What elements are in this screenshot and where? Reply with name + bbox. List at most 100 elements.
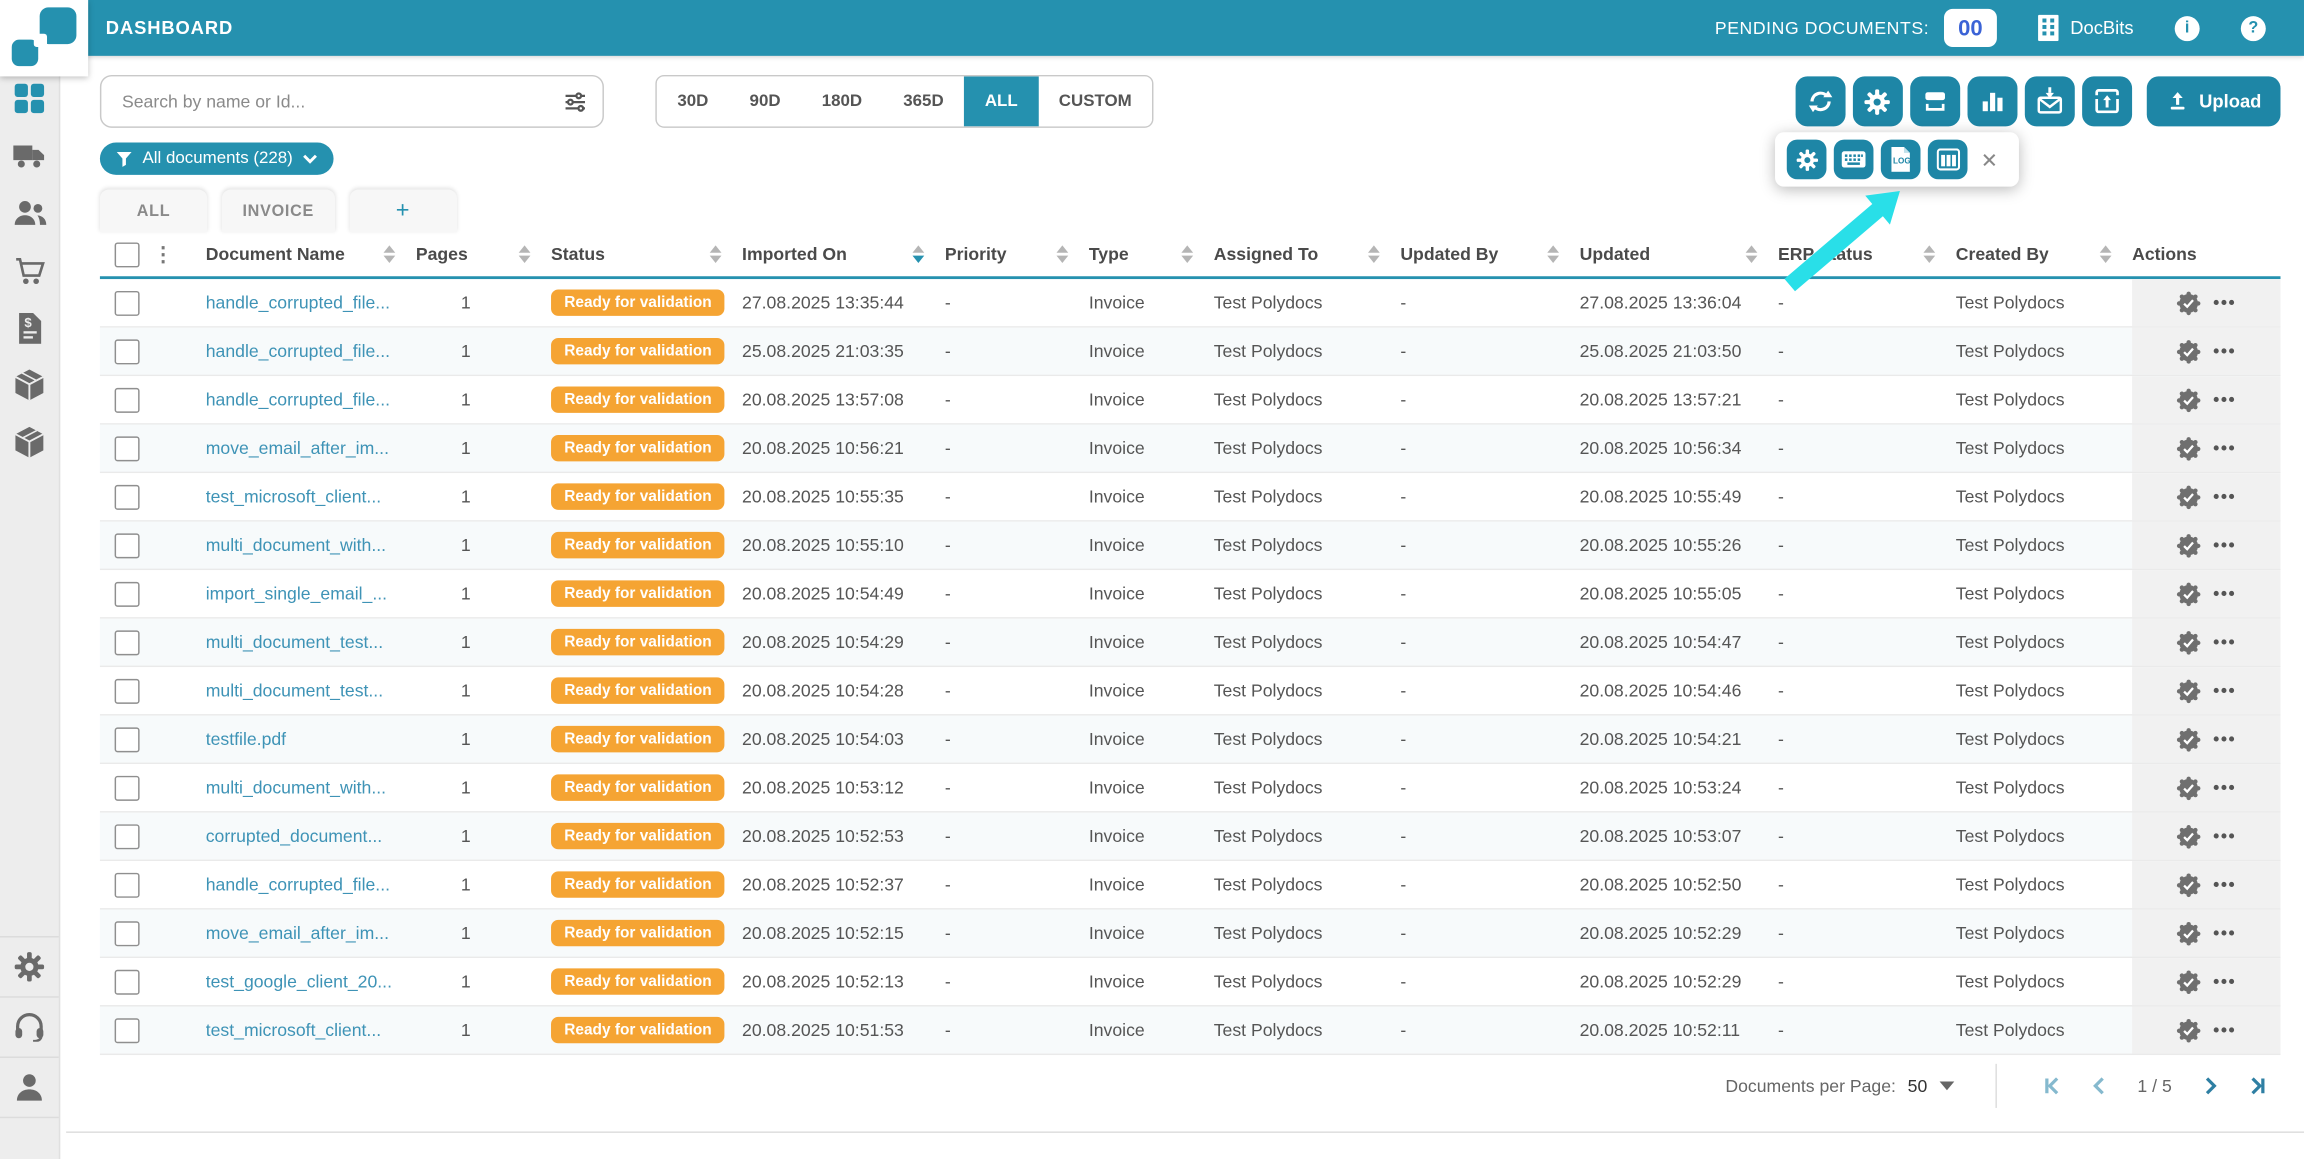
row-checkbox[interactable] bbox=[115, 872, 140, 897]
sidebar-item-invoices[interactable]: $ bbox=[0, 312, 59, 344]
document-link[interactable]: move_email_after_im... bbox=[206, 438, 389, 459]
row-checkbox[interactable] bbox=[115, 824, 140, 849]
more-actions-icon[interactable]: ••• bbox=[2213, 923, 2236, 944]
documents-filter-pill[interactable]: All documents (228) bbox=[100, 143, 334, 175]
document-link[interactable]: multi_document_test... bbox=[206, 680, 383, 701]
document-link[interactable]: handle_corrupted_file... bbox=[206, 874, 390, 895]
column-header[interactable]: Pages bbox=[416, 232, 551, 276]
column-header[interactable]: Priority bbox=[945, 232, 1089, 276]
sort-icon[interactable] bbox=[1547, 245, 1568, 263]
mail-import-button[interactable] bbox=[2024, 76, 2074, 126]
column-header[interactable]: Updated By bbox=[1400, 232, 1579, 276]
per-page-value[interactable]: 50 bbox=[1908, 1076, 1928, 1097]
date-range-button[interactable]: 90D bbox=[729, 76, 801, 126]
column-header[interactable]: Assigned To bbox=[1214, 232, 1401, 276]
sort-icon[interactable] bbox=[519, 245, 540, 263]
sort-icon[interactable] bbox=[2100, 245, 2121, 263]
more-actions-icon[interactable]: ••• bbox=[2213, 680, 2236, 701]
document-link[interactable]: handle_corrupted_file... bbox=[206, 341, 390, 362]
document-link[interactable]: test_microsoft_client... bbox=[206, 486, 381, 507]
sidebar-item-shipments[interactable] bbox=[0, 140, 59, 172]
column-header[interactable]: Created By bbox=[1956, 232, 2132, 276]
row-checkbox[interactable] bbox=[115, 339, 140, 364]
info-icon[interactable]: i bbox=[2175, 15, 2200, 40]
row-checkbox[interactable] bbox=[115, 484, 140, 509]
sidebar-item-settings[interactable] bbox=[0, 936, 59, 996]
more-actions-icon[interactable]: ••• bbox=[2213, 583, 2236, 604]
row-checkbox[interactable] bbox=[115, 921, 140, 946]
scan-button[interactable] bbox=[1910, 76, 1960, 126]
more-actions-icon[interactable]: ••• bbox=[2213, 874, 2236, 895]
first-page-button[interactable] bbox=[2042, 1076, 2063, 1097]
sort-icon[interactable] bbox=[1181, 245, 1202, 263]
sidebar-item-users[interactable] bbox=[0, 197, 59, 229]
column-header[interactable]: Actions bbox=[2132, 232, 2280, 276]
archive-upload-button[interactable] bbox=[2082, 76, 2132, 126]
row-checkbox[interactable] bbox=[115, 630, 140, 655]
document-link[interactable]: testfile.pdf bbox=[206, 729, 286, 750]
per-page-caret-icon[interactable] bbox=[1939, 1081, 1954, 1090]
more-actions-icon[interactable]: ••• bbox=[2213, 632, 2236, 653]
sidebar-item-profile[interactable] bbox=[0, 1056, 59, 1118]
next-page-button[interactable] bbox=[2200, 1076, 2221, 1097]
document-link[interactable]: multi_document_test... bbox=[206, 632, 383, 653]
sort-icon[interactable] bbox=[710, 245, 731, 263]
date-range-button[interactable]: CUSTOM bbox=[1038, 76, 1152, 126]
more-actions-icon[interactable]: ••• bbox=[2213, 971, 2236, 992]
row-checkbox[interactable] bbox=[115, 581, 140, 606]
organization-selector[interactable]: DocBits bbox=[2038, 15, 2134, 41]
upload-button[interactable]: Upload bbox=[2146, 76, 2280, 126]
column-header[interactable]: Type bbox=[1089, 232, 1214, 276]
add-tab-button[interactable]: + bbox=[349, 190, 456, 233]
sort-icon[interactable] bbox=[1056, 245, 1077, 263]
more-actions-icon[interactable]: ••• bbox=[2213, 1020, 2236, 1041]
document-link[interactable]: handle_corrupted_file... bbox=[206, 389, 390, 410]
date-range-button[interactable]: 365D bbox=[883, 76, 965, 126]
row-checkbox[interactable] bbox=[115, 533, 140, 558]
more-actions-icon[interactable]: ••• bbox=[2213, 389, 2236, 410]
document-link[interactable]: handle_corrupted_file... bbox=[206, 292, 390, 313]
popup-close-icon[interactable]: ✕ bbox=[1981, 149, 1998, 170]
pending-documents-count[interactable]: 00 bbox=[1944, 9, 1997, 47]
sidebar-item-orders[interactable] bbox=[0, 254, 59, 286]
sort-icon[interactable] bbox=[912, 245, 933, 263]
more-actions-icon[interactable]: ••• bbox=[2213, 486, 2236, 507]
more-actions-icon[interactable]: ••• bbox=[2213, 535, 2236, 556]
more-actions-icon[interactable]: ••• bbox=[2213, 729, 2236, 750]
row-checkbox[interactable] bbox=[115, 775, 140, 800]
previous-page-button[interactable] bbox=[2089, 1076, 2110, 1097]
more-actions-icon[interactable]: ••• bbox=[2213, 826, 2236, 847]
more-actions-icon[interactable]: ••• bbox=[2213, 341, 2236, 362]
select-all-checkbox[interactable] bbox=[115, 242, 140, 267]
document-link[interactable]: multi_document_with... bbox=[206, 535, 386, 556]
more-actions-icon[interactable]: ••• bbox=[2213, 292, 2236, 313]
sort-icon[interactable] bbox=[1368, 245, 1389, 263]
document-link[interactable]: move_email_after_im... bbox=[206, 923, 389, 944]
column-header[interactable]: Updated bbox=[1580, 232, 1778, 276]
column-header[interactable]: Document Name bbox=[206, 232, 416, 276]
document-type-tab[interactable]: INVOICE bbox=[222, 190, 335, 233]
document-link[interactable]: corrupted_document... bbox=[206, 826, 382, 847]
row-checkbox[interactable] bbox=[115, 678, 140, 703]
row-checkbox[interactable] bbox=[115, 436, 140, 461]
header-menu-icon[interactable]: ⋮ bbox=[153, 244, 174, 265]
app-logo[interactable] bbox=[0, 0, 88, 76]
column-header[interactable]: Imported On bbox=[742, 232, 945, 276]
document-link[interactable]: test_google_client_20... bbox=[206, 971, 392, 992]
advanced-filter-icon[interactable] bbox=[563, 89, 588, 114]
search-input[interactable] bbox=[119, 90, 563, 114]
analytics-button[interactable] bbox=[1967, 76, 2017, 126]
sidebar-item-shipment-orders[interactable] bbox=[0, 369, 59, 401]
document-link[interactable]: import_single_email_... bbox=[206, 583, 387, 604]
date-range-button[interactable]: 180D bbox=[801, 76, 883, 126]
row-checkbox[interactable] bbox=[115, 1018, 140, 1043]
date-range-button[interactable]: ALL bbox=[964, 76, 1038, 126]
document-link[interactable]: multi_document_with... bbox=[206, 777, 386, 798]
row-checkbox[interactable] bbox=[115, 387, 140, 412]
settings-button[interactable] bbox=[1852, 76, 1902, 126]
document-link[interactable]: test_microsoft_client... bbox=[206, 1020, 381, 1041]
row-checkbox[interactable] bbox=[115, 727, 140, 752]
more-actions-icon[interactable]: ••• bbox=[2213, 438, 2236, 459]
row-checkbox[interactable] bbox=[115, 290, 140, 315]
last-page-button[interactable] bbox=[2247, 1076, 2268, 1097]
